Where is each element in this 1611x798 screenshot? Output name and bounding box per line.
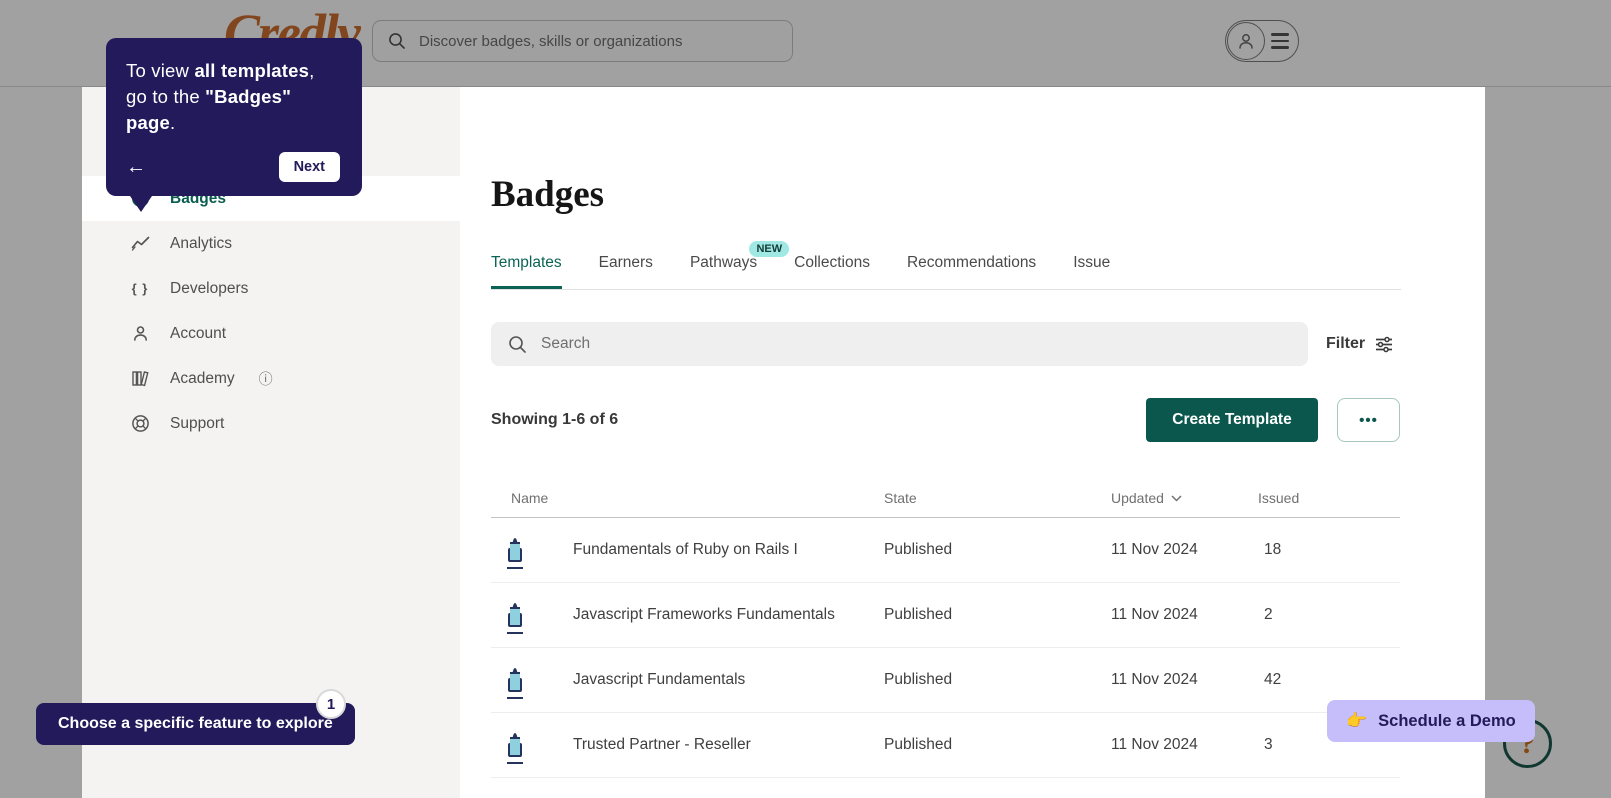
search-icon <box>507 334 528 355</box>
template-updated: 11 Nov 2024 <box>1111 736 1198 753</box>
column-state: State <box>884 490 917 506</box>
tour-step-number: 1 <box>316 689 346 719</box>
sliders-icon <box>1375 336 1393 353</box>
chevron-down-icon <box>1171 494 1182 502</box>
template-name[interactable]: Javascript Fundamentals <box>573 671 745 689</box>
template-issued: 18 <box>1264 541 1282 558</box>
line-chart-icon <box>130 234 150 254</box>
more-actions-button[interactable]: ••• <box>1337 398 1400 442</box>
tab-collections[interactable]: Collections <box>794 242 870 289</box>
column-issued: Issued <box>1258 490 1300 506</box>
tour-step-hint[interactable]: Choose a specific feature to explore <box>36 703 355 745</box>
table-row[interactable]: Javascript Frameworks Fundamentals Publi… <box>491 583 1400 648</box>
tab-templates[interactable]: Templates <box>491 242 562 289</box>
info-icon[interactable]: ⓘ <box>259 369 273 389</box>
tab-bar: Templates Earners Pathways NEW Collectio… <box>491 241 1401 290</box>
table-header: Name State Updated Issued <box>491 482 1400 518</box>
tour-back-arrow-icon[interactable]: ← <box>126 157 146 177</box>
books-icon <box>130 369 150 389</box>
sidebar-item-label: Support <box>170 414 225 432</box>
template-state: Published <box>884 606 953 623</box>
badge-image <box>507 733 523 764</box>
schedule-demo-label: Schedule a Demo <box>1378 711 1516 730</box>
sidebar-item-label: Developers <box>170 279 249 297</box>
filter-label: Filter <box>1326 335 1366 352</box>
template-issued: 2 <box>1264 606 1273 623</box>
table-body: Fundamentals of Ruby on Rails I Publishe… <box>491 518 1400 778</box>
template-issued: 42 <box>1264 671 1282 688</box>
sidebar-item-label: Analytics <box>170 234 233 252</box>
badge-image <box>507 603 523 634</box>
sidebar-item-account[interactable]: Account <box>82 311 460 356</box>
pointing-finger-icon: 👉 <box>1346 711 1368 730</box>
page-title: Badges <box>491 174 605 215</box>
template-updated: 11 Nov 2024 <box>1111 671 1198 688</box>
sidebar-item-label: Account <box>170 324 227 342</box>
sidebar-item-analytics[interactable]: Analytics <box>82 221 460 266</box>
template-search-input[interactable] <box>541 335 1292 353</box>
badge-image <box>507 538 523 569</box>
template-state: Published <box>884 736 953 753</box>
template-updated: 11 Nov 2024 <box>1111 606 1198 623</box>
person-icon <box>130 324 150 344</box>
badge-image <box>507 668 523 699</box>
template-name[interactable]: Javascript Frameworks Fundamentals <box>573 606 835 624</box>
template-state: Published <box>884 541 953 558</box>
column-updated-sort[interactable]: Updated <box>1111 490 1182 506</box>
tab-earners[interactable]: Earners <box>599 242 653 289</box>
create-template-button[interactable]: Create Template <box>1146 398 1318 442</box>
tour-next-button[interactable]: Next <box>278 152 340 182</box>
lifebuoy-icon <box>130 414 150 434</box>
tour-tooltip-text: To view all templates, go to the "Badges… <box>126 60 315 133</box>
tab-pathways[interactable]: Pathways NEW <box>690 241 790 289</box>
tour-tooltip: To view all templates, go to the "Badges… <box>106 38 362 212</box>
tab-issue[interactable]: Issue <box>1073 242 1110 289</box>
tour-dim-overlay-left <box>0 87 82 798</box>
tab-recommendations[interactable]: Recommendations <box>907 242 1036 289</box>
filter-button[interactable]: Filter <box>1326 322 1393 366</box>
results-count: Showing 1-6 of 6 <box>491 411 619 428</box>
sidebar-item-label: Academy <box>170 369 235 387</box>
table-row[interactable]: Trusted Partner - Reseller Published 11 … <box>491 713 1400 778</box>
template-name[interactable]: Fundamentals of Ruby on Rails I <box>573 541 798 559</box>
sidebar-item-support[interactable]: Support <box>82 401 460 446</box>
tour-dim-overlay-right <box>1485 87 1611 798</box>
table-row[interactable]: Javascript Fundamentals Published 11 Nov… <box>491 648 1400 713</box>
code-braces-icon: { } <box>131 281 149 296</box>
main-content: Badges Templates Earners Pathways NEW Co… <box>460 87 1485 798</box>
template-issued: 3 <box>1264 736 1273 753</box>
page: Credly Badges <box>0 0 1611 798</box>
schedule-demo-button[interactable]: 👉 Schedule a Demo <box>1327 700 1535 742</box>
template-state: Published <box>884 671 953 688</box>
sidebar-item-academy[interactable]: Academy ⓘ <box>82 356 460 401</box>
new-badge: NEW <box>749 241 790 257</box>
column-name: Name <box>511 490 549 506</box>
template-updated: 11 Nov 2024 <box>1111 541 1198 558</box>
actions-row: Showing 1-6 of 6 Create Template ••• <box>460 398 1485 442</box>
template-search[interactable] <box>491 322 1308 366</box>
table-row[interactable]: Fundamentals of Ruby on Rails I Publishe… <box>491 518 1400 583</box>
template-name[interactable]: Trusted Partner - Reseller <box>573 736 751 754</box>
sidebar-item-developers[interactable]: { } Developers <box>82 266 460 311</box>
